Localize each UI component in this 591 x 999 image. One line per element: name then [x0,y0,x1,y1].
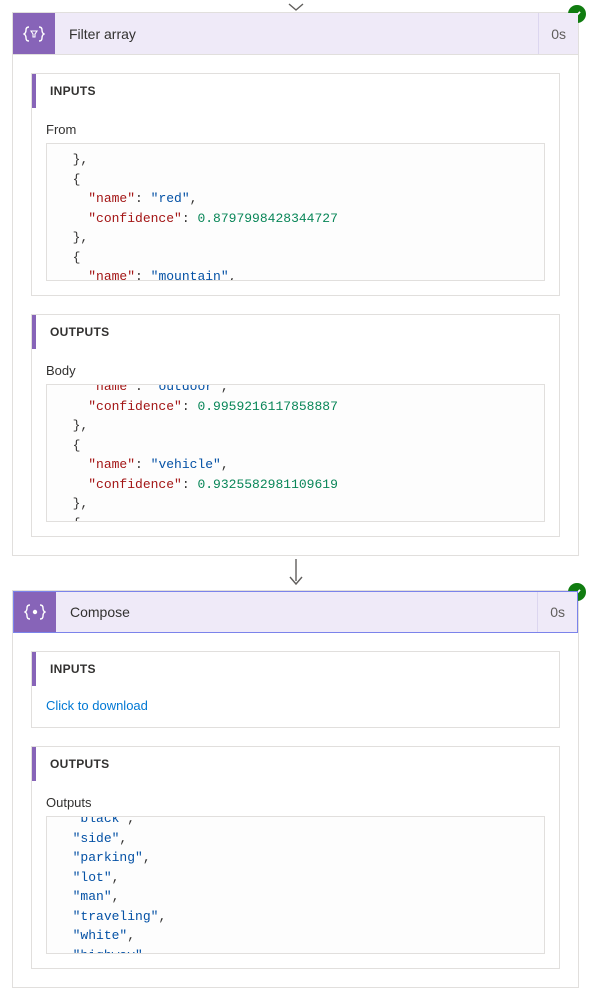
compose-card[interactable]: Compose 0s INPUTS Click to download OUTP… [12,590,579,988]
card-header[interactable]: Compose 0s [13,591,578,633]
inputs-section: INPUTS From }, { "name": "red", "confide… [31,73,560,296]
arrow-down-icon [287,559,305,587]
card-title: Compose [56,592,537,632]
flow-arrow-top [0,0,591,12]
download-link[interactable]: Click to download [46,698,148,713]
field-label-from: From [46,122,545,137]
filter-array-card[interactable]: Filter array 0s INPUTS From }, { "name":… [12,12,579,556]
field-label-body: Body [46,363,545,378]
arrow-down-icon [287,2,305,12]
section-header-outputs: OUTPUTS [32,747,559,781]
card-body: INPUTS Click to download OUTPUTS Outputs… [13,633,578,987]
filter-braces-icon [13,13,55,54]
section-header-inputs: INPUTS [32,652,559,686]
section-header-inputs: INPUTS [32,74,559,108]
field-label-outputs: Outputs [46,795,545,810]
inputs-section: INPUTS Click to download [31,651,560,728]
card-header[interactable]: Filter array 0s [13,13,578,55]
flow-arrow-middle [0,556,591,590]
outputs-section: OUTPUTS Outputs "black", "side", "parkin… [31,746,560,969]
compose-braces-icon [14,592,56,632]
json-code-from[interactable]: }, { "name": "red", "confidence": 0.8797… [46,143,545,281]
card-duration: 0s [537,592,577,632]
card-title: Filter array [55,13,538,54]
section-header-outputs: OUTPUTS [32,315,559,349]
card-body: INPUTS From }, { "name": "red", "confide… [13,55,578,555]
json-code-outputs[interactable]: "black", "side", "parking", "lot", "man"… [46,816,545,954]
card-duration: 0s [538,13,578,54]
json-code-body[interactable]: "name": "outdoor", "confidence": 0.99592… [46,384,545,522]
outputs-section: OUTPUTS Body "name": "outdoor", "confide… [31,314,560,537]
